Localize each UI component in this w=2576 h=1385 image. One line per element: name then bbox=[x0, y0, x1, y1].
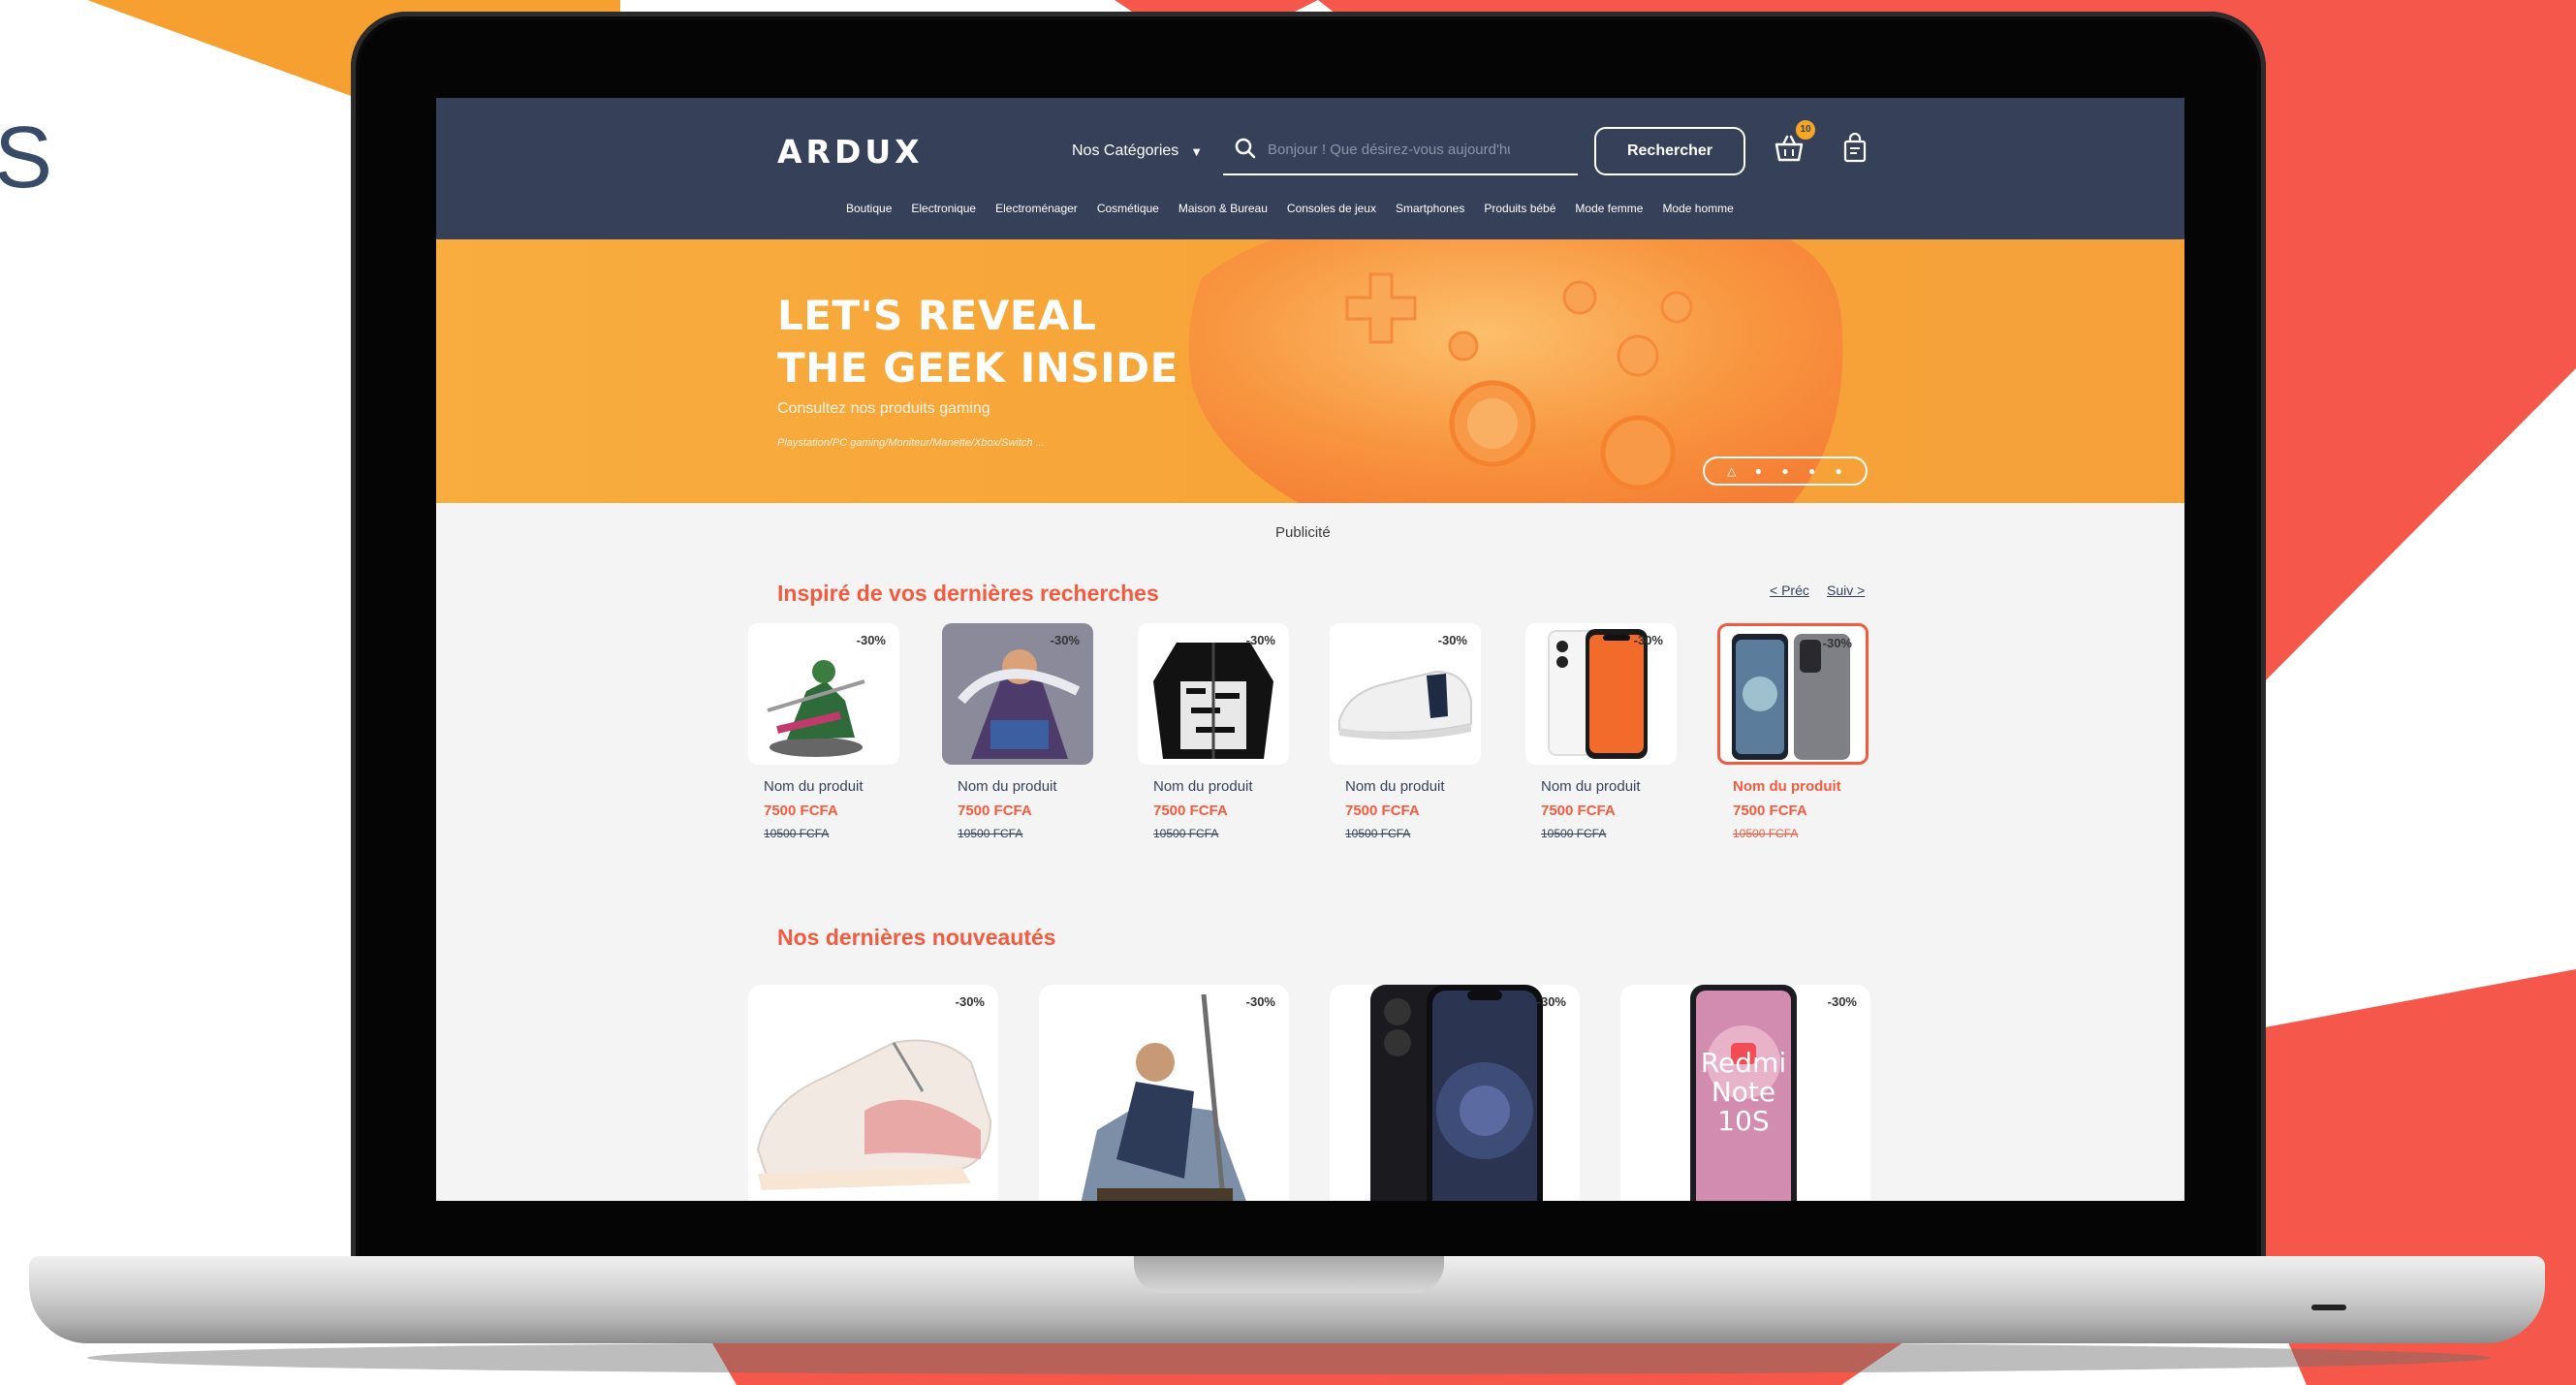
laptop-notch bbox=[1134, 1256, 1444, 1293]
product-name[interactable]: Nom du produit bbox=[1153, 778, 1253, 795]
banner-title: LET'S REVEAL THE GEEK INSIDE bbox=[777, 292, 1178, 392]
carousel-dot[interactable]: ● bbox=[1753, 465, 1763, 477]
product-card[interactable]: -30% bbox=[942, 623, 1093, 765]
nav-item-cosmetique[interactable]: Cosmétique bbox=[1097, 202, 1159, 215]
site-header: ARDUX Nos Catégories ▼ Rechercher 10 Bou… bbox=[436, 98, 2184, 239]
carousel-indicator[interactable]: △ ● ● ● ● bbox=[1703, 456, 1868, 486]
category-nav: Boutique Electronique Electroménager Cos… bbox=[846, 202, 1734, 215]
figurine-image bbox=[1081, 993, 1246, 1201]
product-old-price: 10500 FCFA bbox=[958, 827, 1023, 840]
product-old-price: 10500 FCFA bbox=[1345, 827, 1411, 840]
cart-count-badge: 10 bbox=[1796, 120, 1815, 140]
search-button[interactable]: Rechercher bbox=[1594, 127, 1745, 175]
discount-badge: -30% bbox=[1437, 633, 1467, 647]
hero-banner[interactable]: LET'S REVEAL THE GEEK INSIDE Consultez n… bbox=[436, 239, 2184, 503]
product-name[interactable]: Nom du produit bbox=[958, 778, 1057, 795]
laptop-led bbox=[2311, 1305, 2346, 1310]
section-recent-searches-title: Inspiré de vos dernières recherches bbox=[777, 581, 1159, 606]
laptop-screen: ARDUX Nos Catégories ▼ Rechercher 10 Bou… bbox=[436, 98, 2184, 1201]
product-name[interactable]: Nom du produit bbox=[1733, 778, 1841, 795]
carousel-dot[interactable]: ● bbox=[1780, 465, 1790, 477]
partial-heading-letter: S bbox=[0, 110, 53, 206]
product-card[interactable]: Redmi Note 10S -30% bbox=[1620, 985, 1870, 1201]
nav-item-smartphones[interactable]: Smartphones bbox=[1396, 202, 1464, 215]
discount-badge: -30% bbox=[1245, 633, 1275, 647]
product-name[interactable]: Nom du produit bbox=[764, 778, 864, 795]
product-price: 7500 FCFA bbox=[1541, 803, 1616, 819]
product-name[interactable]: Nom du produit bbox=[1541, 778, 1641, 795]
product-price: 7500 FCFA bbox=[958, 803, 1032, 819]
laptop-shadow bbox=[87, 1341, 2491, 1374]
banner-subtitle: Consultez nos produits gaming bbox=[777, 400, 990, 417]
product-card[interactable]: -30% bbox=[1039, 985, 1289, 1201]
discount-badge: -30% bbox=[1822, 636, 1852, 650]
sneaker-image bbox=[756, 1039, 992, 1190]
product-price: 7500 FCFA bbox=[1345, 803, 1420, 819]
discount-badge: -30% bbox=[856, 633, 886, 647]
next-link[interactable]: Suiv > bbox=[1827, 582, 1865, 598]
product-name[interactable]: Nom du produit bbox=[1345, 778, 1445, 795]
nav-item-mode-femme[interactable]: Mode femme bbox=[1575, 202, 1643, 215]
phone-screen-text: Redmi Note 10S bbox=[1700, 1047, 1787, 1137]
product-price: 7500 FCFA bbox=[764, 803, 838, 819]
product-price: 7500 FCFA bbox=[1733, 803, 1807, 819]
product-card[interactable]: -30% bbox=[748, 985, 998, 1201]
ad-label: Publicité bbox=[1275, 524, 1331, 541]
discount-badge: -30% bbox=[1633, 633, 1663, 647]
carousel-dot[interactable]: ● bbox=[1834, 465, 1843, 477]
product-old-price: 10500 FCFA bbox=[1153, 827, 1219, 840]
product-card[interactable]: -30% bbox=[748, 623, 899, 765]
site-logo[interactable]: ARDUX bbox=[777, 133, 924, 171]
nav-item-boutique[interactable]: Boutique bbox=[846, 202, 892, 215]
triangle-icon[interactable]: △ bbox=[1727, 465, 1737, 477]
discount-badge: -30% bbox=[1827, 994, 1857, 1009]
discount-badge: -30% bbox=[955, 994, 985, 1009]
smartphone-image bbox=[1370, 985, 1543, 1201]
section-new-arrivals-title: Nos dernières nouveautés bbox=[777, 925, 1056, 950]
nav-item-mode-homme[interactable]: Mode homme bbox=[1662, 202, 1733, 215]
nav-item-produits-bebe[interactable]: Produits bébé bbox=[1484, 202, 1555, 215]
nav-item-electromenager[interactable]: Electroménager bbox=[995, 202, 1078, 215]
product-old-price: 10500 FCFA bbox=[764, 827, 830, 840]
product-card[interactable]: -30% bbox=[1525, 623, 1677, 765]
product-card[interactable]: -30% bbox=[1330, 623, 1481, 765]
search-input[interactable] bbox=[1268, 135, 1510, 164]
nav-item-consoles[interactable]: Consoles de jeux bbox=[1287, 202, 1376, 215]
nav-item-electronique[interactable]: Electronique bbox=[911, 202, 976, 215]
categories-dropdown[interactable]: Nos Catégories ▼ bbox=[1072, 142, 1203, 160]
chevron-down-icon: ▼ bbox=[1190, 143, 1204, 159]
product-old-price: 10500 FCFA bbox=[1733, 827, 1799, 840]
product-card[interactable]: -30% bbox=[1330, 985, 1580, 1201]
discount-badge: -30% bbox=[1245, 994, 1275, 1009]
prev-link[interactable]: < Préc bbox=[1770, 582, 1809, 598]
carousel-dot[interactable]: ● bbox=[1807, 465, 1817, 477]
discount-badge: -30% bbox=[1050, 633, 1080, 647]
banner-details: Playstation/PC gaming/Moniteur/Manette/X… bbox=[777, 437, 1045, 449]
search-icon bbox=[1235, 138, 1256, 159]
product-card-selected[interactable]: -30% bbox=[1717, 623, 1869, 765]
product-old-price: 10500 FCFA bbox=[1541, 827, 1607, 840]
shopping-bag-icon[interactable] bbox=[1840, 133, 1869, 164]
discount-badge: -30% bbox=[1536, 994, 1566, 1009]
search-underline bbox=[1223, 173, 1578, 175]
product-card[interactable]: -30% bbox=[1138, 623, 1289, 765]
product-price: 7500 FCFA bbox=[1153, 803, 1228, 819]
categories-label: Nos Catégories bbox=[1072, 142, 1179, 159]
nav-item-maison-bureau[interactable]: Maison & Bureau bbox=[1178, 202, 1268, 215]
